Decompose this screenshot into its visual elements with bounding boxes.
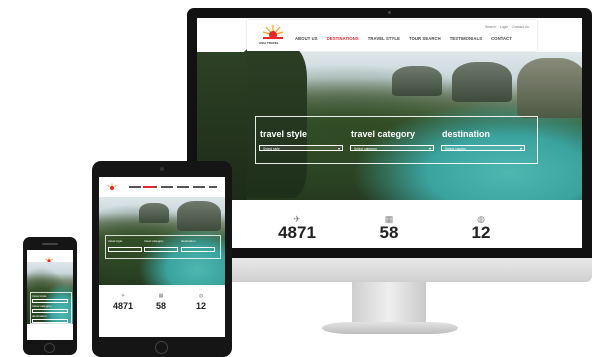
logo-text: ASIA TRAVEL <box>259 41 279 45</box>
phone-category-label: travel category <box>32 304 52 308</box>
nav-item-travel-style[interactable]: TRAVEL STYLE <box>368 36 400 41</box>
tablet-screen: travel style travel category destination… <box>99 177 225 337</box>
phone-style-label: travel style <box>32 294 47 298</box>
tablet-logo[interactable] <box>107 180 117 191</box>
tablet-category-label: travel category <box>144 239 164 243</box>
stat-destinations-value: 58 <box>379 223 399 242</box>
tablet-camera <box>160 167 164 171</box>
stat-tours-value: 4871 <box>278 223 316 242</box>
travel-style-select[interactable]: Select style ▾ <box>259 145 343 151</box>
tablet-nav-active[interactable] <box>143 186 155 188</box>
desktop-screen: ASIA TRAVEL Search Login Contact Us ABOU… <box>197 18 582 248</box>
stat-countries-value: 12 <box>471 223 491 242</box>
tablet-category-select[interactable] <box>144 247 178 252</box>
travel-style-label: travel style <box>260 129 308 139</box>
nav-item-about[interactable]: ABOUT US <box>295 36 318 41</box>
phone-destination-label: destination <box>32 314 47 318</box>
destination-select[interactable]: Select country ▾ <box>441 145 525 151</box>
main-nav: ABOUT US DESTINATIONS TRAVEL STYLE TOUR … <box>295 36 512 41</box>
phone-logo[interactable] <box>45 252 53 263</box>
top-link-search[interactable]: Search <box>485 25 496 29</box>
nav-item-destinations[interactable]: DESTINATIONS <box>327 36 359 41</box>
monitor-chin <box>187 258 592 282</box>
tablet-destination-label: destination <box>181 239 196 243</box>
top-link-login[interactable]: Login <box>500 25 508 29</box>
phone-category-select[interactable] <box>32 309 68 313</box>
phone-speaker <box>42 243 58 245</box>
search-panel <box>255 116 538 164</box>
nav-item-tour-search[interactable]: TOUR SEARCH <box>409 36 441 41</box>
top-links: Search Login Contact Us <box>485 25 529 29</box>
chevron-down-icon: ▾ <box>337 146 340 151</box>
plane-icon: ✈ <box>120 293 126 299</box>
globe-icon: ◍ <box>198 293 204 299</box>
destination-label: destination <box>442 129 491 139</box>
tablet-stat-countries: 12 <box>195 301 206 311</box>
chevron-down-icon: ▾ <box>519 146 522 151</box>
top-link-contact[interactable]: Contact Us <box>512 25 529 29</box>
monitor-stand-base <box>322 322 458 334</box>
travel-category-label: travel category <box>351 129 416 139</box>
tablet-home-button[interactable] <box>155 341 168 354</box>
tablet-stat-tours: 4871 <box>112 301 134 311</box>
tablet-style-label: travel style <box>108 239 123 243</box>
monitor-camera <box>388 11 391 14</box>
tablet-style-select[interactable] <box>108 247 142 252</box>
nav-item-contact[interactable]: CONTACT <box>491 36 512 41</box>
hotel-icon: ▦ <box>158 293 164 299</box>
nav-item-testimonials[interactable]: TESTIMONIALS <box>450 36 482 41</box>
monitor-stand <box>352 282 426 326</box>
chevron-down-icon: ▾ <box>428 146 431 151</box>
phone-style-select[interactable] <box>32 299 68 303</box>
tablet-destination-select[interactable] <box>181 247 215 252</box>
phone-destination-select[interactable] <box>32 319 68 323</box>
travel-category-select[interactable]: Select category ▾ <box>350 145 434 151</box>
phone-home-button[interactable] <box>44 343 55 353</box>
phone-screen: travel style travel category destination <box>27 250 73 340</box>
tablet-stat-destinations: 58 <box>155 301 166 311</box>
